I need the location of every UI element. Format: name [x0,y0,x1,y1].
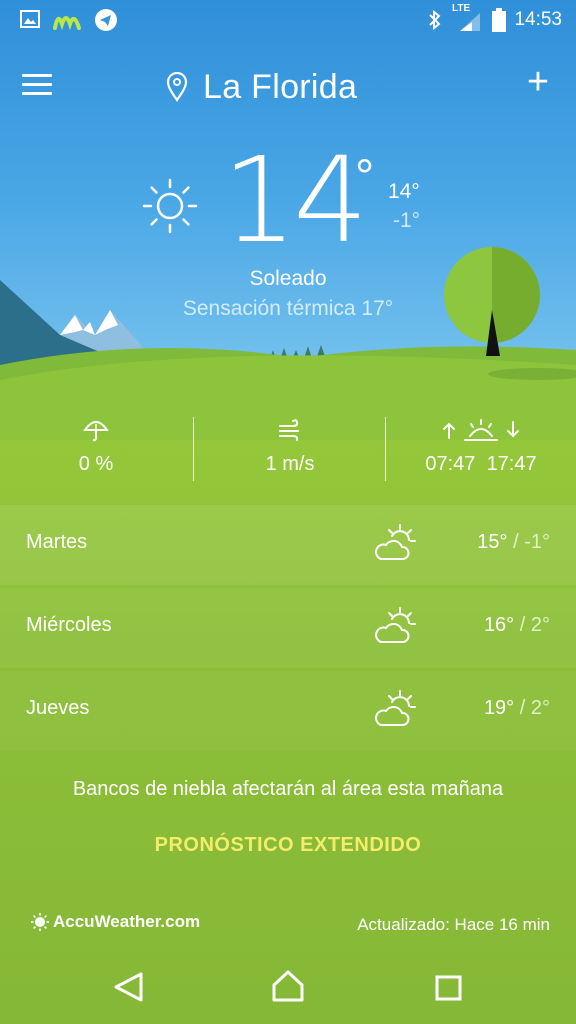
current-temperature: 14 [222,131,368,269]
forecast-day: Miércoles [26,614,112,636]
forecast-row[interactable]: Martes 15° / -1° [0,505,576,585]
hamburger-menu-icon[interactable] [22,68,62,100]
extended-forecast-button[interactable]: PRONÓSTICO EXTENDIDO [0,834,576,857]
today-low-temperature: -1° [393,209,421,232]
forecast-temps: 19° / 2° [483,697,550,719]
status-clock: 14:53 [514,9,562,30]
forecast-low: 2° [530,697,550,719]
sun-icon [142,178,198,234]
battery-icon [492,8,506,32]
forecast-day: Martes [26,531,88,553]
forecast-high: 15° [477,531,508,553]
add-location-button[interactable]: + [522,63,554,101]
sun-times-values: 07:47 17:47 [386,453,576,476]
partly-sunny-icon [375,524,416,560]
accuweather-link[interactable]: AccuWeather.com [30,912,200,932]
status-bar: LTE 14:53 [0,0,576,40]
recents-icon[interactable] [435,975,462,1001]
weather-headline: Bancos de niebla afectarán al área esta … [72,778,504,800]
forecast-high: 19° [483,697,515,719]
forecast-day: Jueves [26,697,90,719]
precipitation-stat: 0 % [0,418,192,476]
gallery-icon [20,10,40,28]
accuweather-label: AccuWeather.com [53,912,201,931]
wind-stat: 1 m/s [194,418,386,476]
accuweather-sun-logo-icon [31,913,49,931]
forecast-row[interactable]: Jueves 19° / 2° [0,671,576,751]
telegram-icon [95,9,117,31]
partly-sunny-icon [375,607,416,643]
back-icon[interactable] [114,972,143,1002]
sunrise-sunset-icon [443,419,519,441]
sunset-time: 17:47 [486,453,537,475]
location-pin-icon [166,72,188,102]
forecast-high: 16° [483,614,515,636]
forecast-low: 2° [530,614,550,636]
movistar-logo-icon [53,16,81,30]
location-name: La Florida [203,67,358,106]
weather-condition: Soleado [249,267,327,290]
location-selector[interactable]: La Florida [165,62,357,112]
bluetooth-icon [429,10,441,30]
last-updated-text: Actualizado: Hace 16 min [357,915,550,934]
wind-icon [279,419,299,441]
feels-like-temperature: Sensación térmica 17° [182,297,394,320]
forecast-row[interactable]: Miércoles 16° / 2° [0,588,576,668]
forecast-temps: 16° / 2° [483,614,550,636]
forecast-low: -1° [524,531,550,553]
sunrise-time: 07:47 [425,453,476,475]
forecast-temps: 15° / -1° [477,531,550,553]
navigation-bar [114,970,462,1002]
home-icon[interactable] [272,970,304,1002]
umbrella-icon [83,421,109,442]
precipitation-value: 0 % [78,453,114,475]
signal-icon [460,13,480,31]
degree-symbol: ° [355,151,375,204]
sun-times-stat: 07:47 17:47 [386,418,576,476]
today-high-temperature: 14° [388,180,420,203]
partly-sunny-icon [375,690,416,726]
wind-value: 1 m/s [265,453,315,475]
